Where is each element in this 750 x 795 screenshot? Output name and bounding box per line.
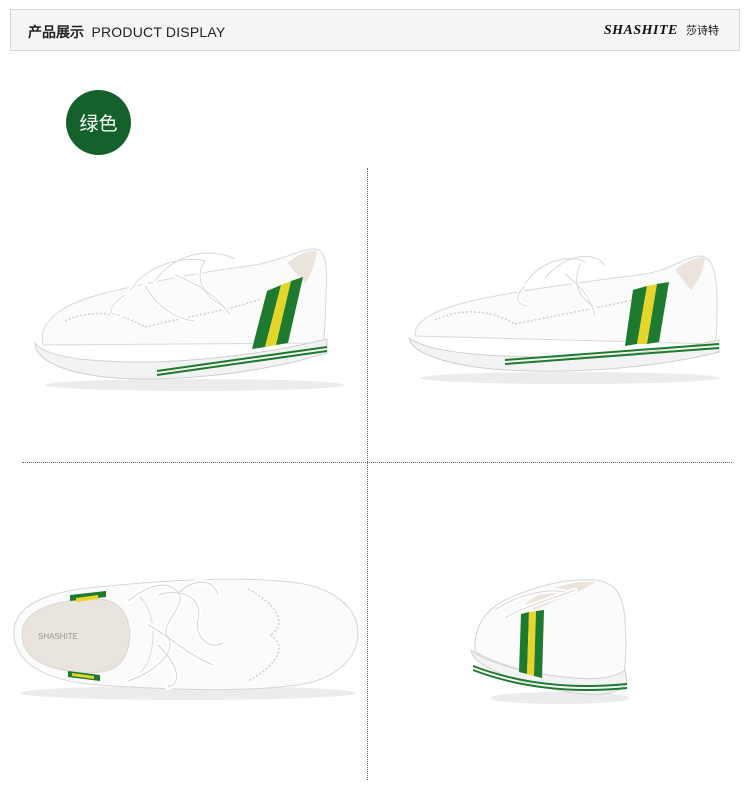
vertical-divider	[367, 168, 368, 780]
section-title: 产品展示 PRODUCT DISPLAY	[28, 24, 226, 41]
shoe-back-image	[470, 579, 630, 704]
shoe-photo-top: SHASHITE	[8, 565, 363, 705]
brand-logo: SHASHITE 莎诗特	[603, 23, 719, 38]
shoe-top-image: SHASHITE	[13, 578, 359, 700]
section-header: 产品展示 PRODUCT DISPLAY SHASHITE 莎诗特	[10, 9, 740, 51]
shoe-photo-side-right	[405, 240, 730, 390]
insole-brand-print: SHASHITE	[38, 632, 78, 641]
shoe-side-left-image	[34, 248, 345, 391]
shoe-photo-back	[465, 570, 635, 710]
color-badge: 绿色	[66, 90, 131, 155]
shoe-photo-side-left	[25, 235, 345, 395]
shoe-side-right-image	[408, 254, 720, 384]
horizontal-divider	[22, 462, 732, 463]
